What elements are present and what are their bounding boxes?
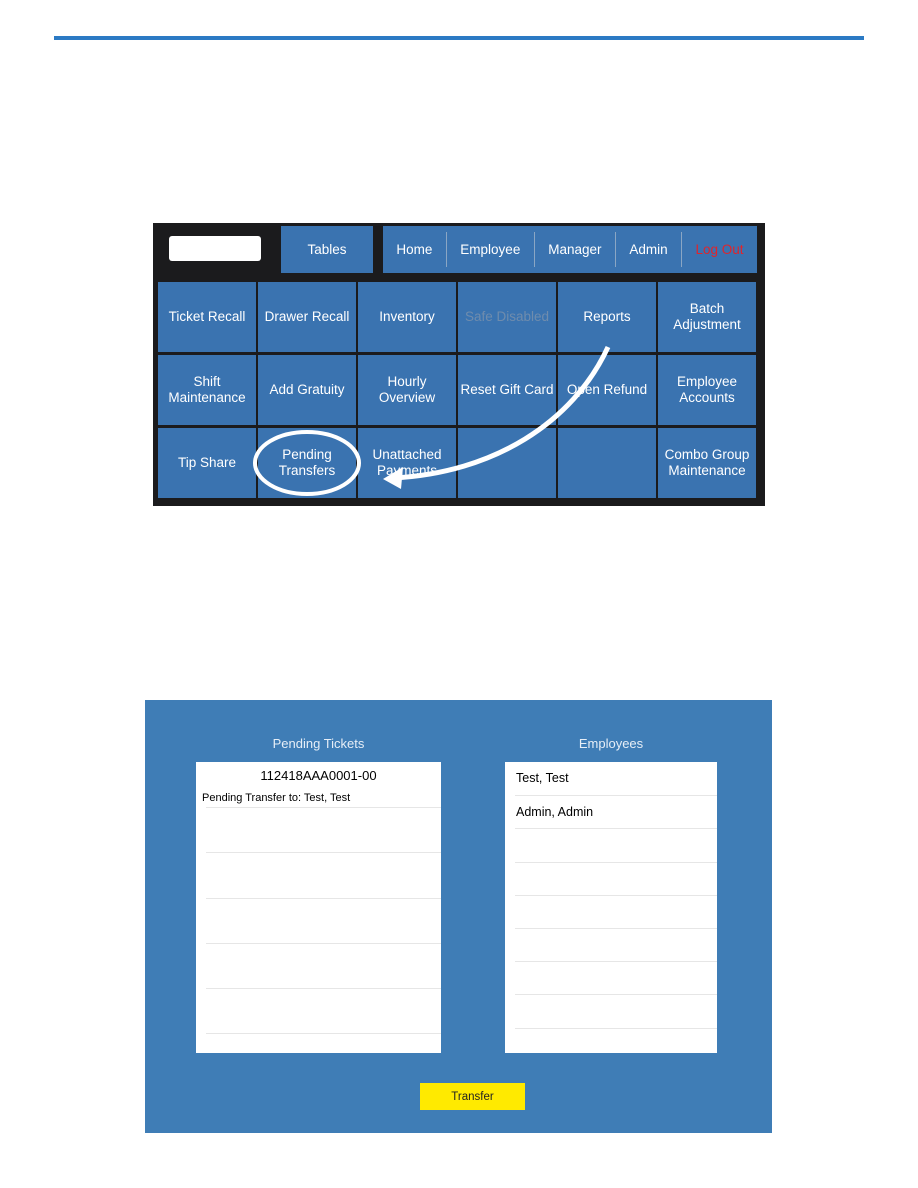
ticket-status: Pending Transfer to: Test, Test (202, 792, 351, 804)
arrow-line (392, 345, 611, 481)
annotation-overlay (253, 345, 611, 496)
highlight-circle (253, 430, 361, 496)
employees-list: Test, Test Admin, Admin (505, 762, 717, 1053)
transfer-button[interactable]: Transfer (420, 1083, 525, 1110)
employee-item[interactable]: Test, Test (516, 771, 569, 785)
arrow-head-icon (383, 467, 403, 489)
pending-tickets-title: Pending Tickets (272, 736, 365, 751)
employee-item[interactable]: Admin, Admin (516, 805, 593, 819)
pending-transfers-screen: Pending Tickets Employees 112418AAA0001-… (145, 700, 772, 1133)
header-rule (54, 36, 864, 40)
ticket-row[interactable]: 112418AAA0001-00 Pending Transfer to: Te… (196, 762, 441, 807)
employees-title: Employees (578, 736, 644, 751)
pos-manager-screen: Tables Home Employee Manager Admin Log O… (153, 223, 765, 506)
ticket-id: 112418AAA0001-00 (260, 768, 377, 783)
pending-tickets-list: 112418AAA0001-00 Pending Transfer to: Te… (196, 762, 441, 1053)
